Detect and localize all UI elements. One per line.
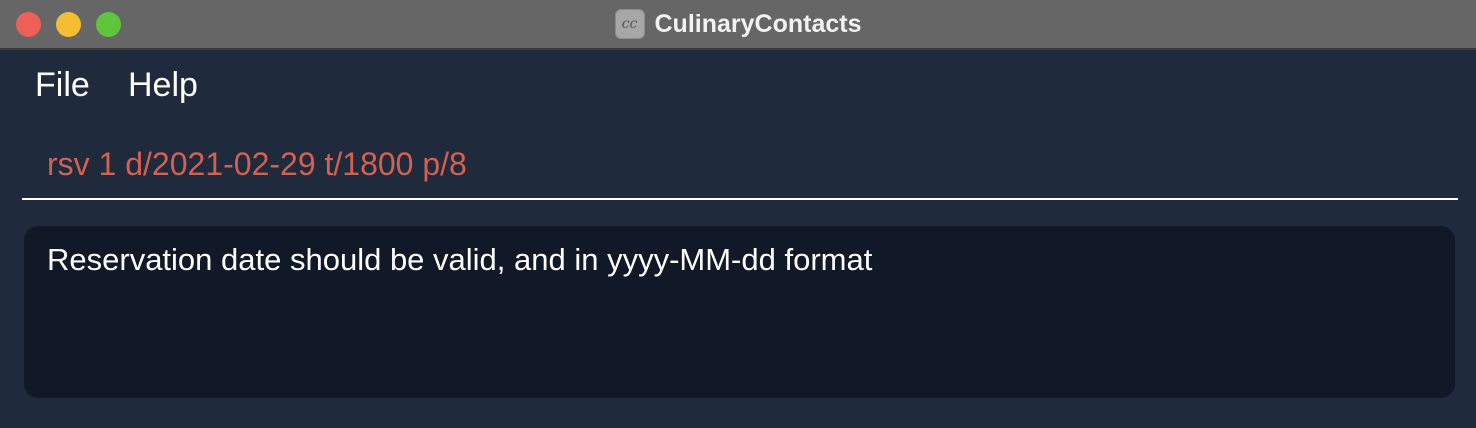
command-input-text: rsv 1 d/2021-02-29 t/1800 p/8 [47,146,467,182]
title-group: cc CulinaryContacts [0,0,1476,48]
result-message: Reservation date should be valid, and in… [47,242,873,277]
app-window: cc CulinaryContacts File Help rsv 1 d/20… [0,0,1476,428]
app-logo-icon: cc [614,9,645,39]
menu-help[interactable]: Help [128,66,198,105]
result-display: Reservation date should be valid, and in… [24,226,1455,398]
title-bar[interactable]: cc CulinaryContacts [0,0,1476,50]
menu-file[interactable]: File [35,66,90,105]
window-title: CulinaryContacts [654,9,862,38]
command-input[interactable]: rsv 1 d/2021-02-29 t/1800 p/8 [22,134,1458,200]
menu-bar: File Help [0,52,1476,116]
